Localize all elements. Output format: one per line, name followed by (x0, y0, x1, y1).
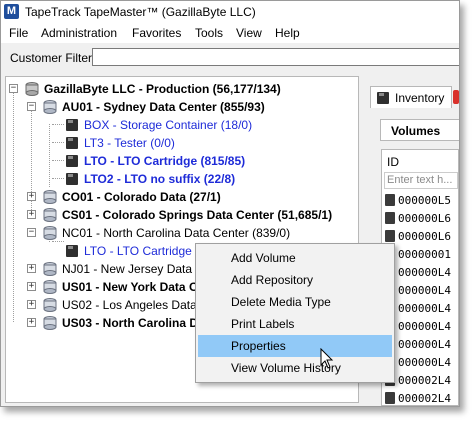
tape-cartridge-icon (66, 173, 78, 185)
tree-node-au01-lto2[interactable]: LTO2 - LTO no suffix (22/8) (6, 170, 356, 188)
menu-favorites[interactable]: Favorites (132, 26, 181, 40)
menu-file[interactable]: File (9, 26, 28, 40)
tree-node-cs01[interactable]: + CS01 - Colorado Springs Data Center (5… (6, 206, 356, 224)
tree-label: US01 - New York Data C (62, 280, 198, 294)
collapse-icon[interactable]: − (27, 228, 36, 237)
tab-inventory-label: Inventory (395, 91, 445, 105)
tree-node-nc01[interactable]: − NC01 - North Carolina Data Center (839… (6, 224, 356, 242)
tape-icon (385, 230, 395, 242)
tree-label: CS01 - Colorado Springs Data Center (51,… (62, 208, 333, 222)
volume-row[interactable]: 000000L5 (385, 194, 451, 212)
tree-label: AU01 - Sydney Data Center (855/93) (62, 100, 265, 114)
expand-icon[interactable]: + (27, 300, 36, 309)
app-icon: M (4, 4, 19, 19)
collapse-icon[interactable]: − (27, 102, 36, 111)
mouse-cursor-icon (320, 348, 334, 369)
expand-icon[interactable]: + (27, 192, 36, 201)
menu-bar: File Administration Favorites Tools View… (1, 23, 459, 43)
tape-cartridge-icon (66, 155, 78, 167)
tree-node-root[interactable]: − GazillaByte LLC - Production (56,177/1… (6, 80, 356, 98)
title-bar: M TapeTrack TapeMaster™ (GazillaByte LLC… (1, 1, 459, 23)
server-icon (43, 100, 57, 114)
customer-filter-label: Customer Filter (10, 51, 93, 65)
tree-label: CO01 - Colorado Data (27/1) (62, 190, 221, 204)
tree-label: GazillaByte LLC - Production (56,177/134… (44, 82, 281, 96)
tab-volumes-label: Volumes (391, 124, 441, 138)
tree-label: NJ01 - New Jersey Data C (62, 262, 205, 276)
server-icon (43, 316, 57, 330)
tree-node-co01[interactable]: + CO01 - Colorado Data (27/1) (6, 188, 356, 206)
tab-overflow-icon[interactable] (453, 90, 459, 104)
column-header-id[interactable]: ID (387, 155, 399, 169)
expand-icon[interactable]: + (27, 264, 36, 273)
tab-volumes[interactable]: Volumes (380, 119, 459, 141)
id-filter-input[interactable]: Enter text h... (384, 172, 458, 189)
menu-view[interactable]: View (236, 26, 262, 40)
server-icon (43, 280, 57, 294)
menu-help[interactable]: Help (275, 26, 300, 40)
tree-label: BOX - Storage Container (18/0) (84, 118, 253, 132)
menu-item-delete-media-type[interactable]: Delete Media Type (198, 291, 392, 313)
menu-item-properties[interactable]: Properties (198, 335, 392, 357)
context-menu: Add Volume Add Repository Delete Media T… (195, 243, 395, 383)
menu-tools[interactable]: Tools (195, 26, 223, 40)
server-icon (43, 208, 57, 222)
inventory-icon (377, 92, 389, 104)
tree-label: US02 - Los Angeles Data (62, 298, 197, 312)
tree-label: NC01 - North Carolina Data Center (839/0… (62, 226, 291, 240)
customer-filter-input[interactable] (92, 48, 459, 66)
collapse-icon[interactable]: − (9, 84, 18, 93)
tree-label: LT3 - Tester (0/0) (84, 136, 175, 150)
expand-icon[interactable]: + (27, 318, 36, 327)
tree-node-au01-lto[interactable]: LTO - LTO Cartridge (815/85) (6, 152, 356, 170)
tape-cartridge-icon (66, 137, 78, 149)
volume-row[interactable]: 000000L6 (385, 212, 451, 230)
tape-cartridge-icon (66, 119, 78, 131)
menu-administration[interactable]: Administration (41, 26, 117, 40)
tree-label: LTO2 - LTO no suffix (22/8) (84, 172, 236, 186)
tree-label: US03 - North Carolina D (62, 316, 199, 330)
menu-item-print-labels[interactable]: Print Labels (198, 313, 392, 335)
server-icon (43, 298, 57, 312)
tape-icon (385, 194, 395, 206)
tree-node-au01[interactable]: − AU01 - Sydney Data Center (855/93) (6, 98, 356, 116)
expand-icon[interactable]: + (27, 210, 36, 219)
tape-icon (385, 392, 395, 404)
volume-row[interactable]: 000002L4 (385, 392, 451, 405)
tape-icon (385, 212, 395, 224)
menu-item-add-volume[interactable]: Add Volume (198, 247, 392, 269)
tab-inventory[interactable]: Inventory (370, 86, 452, 108)
tree-label: LTO - LTO Cartridge (815/85) (84, 154, 246, 168)
expand-icon[interactable]: + (27, 282, 36, 291)
menu-item-add-repository[interactable]: Add Repository (198, 269, 392, 291)
server-icon (43, 262, 57, 276)
menu-item-view-volume-history[interactable]: View Volume History (198, 357, 392, 379)
tree-node-au01-box[interactable]: BOX - Storage Container (18/0) (6, 116, 356, 134)
server-icon (25, 82, 39, 96)
tree-node-au01-lt3[interactable]: LT3 - Tester (0/0) (6, 134, 356, 152)
customer-filter-bar: Customer Filter (1, 44, 459, 70)
window-title: TapeTrack TapeMaster™ (GazillaByte LLC) (25, 5, 256, 19)
server-icon (43, 190, 57, 204)
server-icon (43, 226, 57, 240)
tape-cartridge-icon (66, 245, 78, 257)
